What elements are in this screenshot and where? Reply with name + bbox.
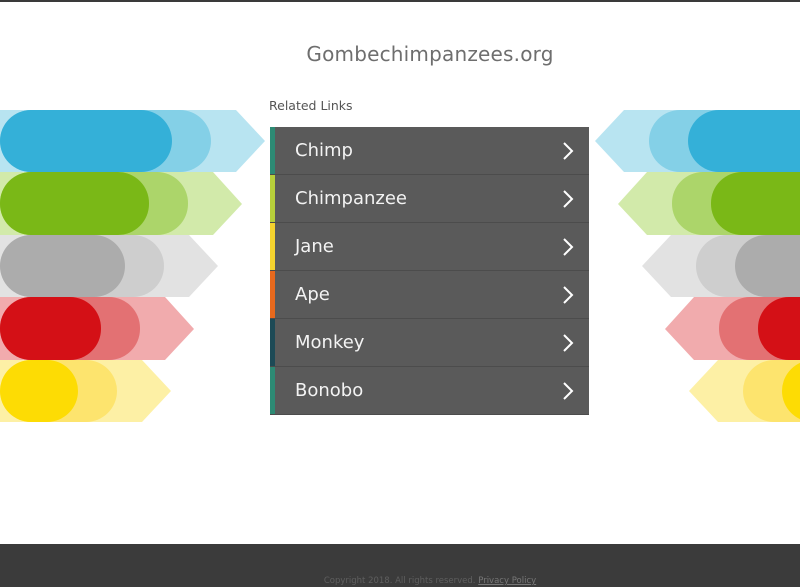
link-label: Ape xyxy=(295,284,330,305)
chevron-right-icon xyxy=(563,285,574,304)
arrow-left-green-dark xyxy=(0,172,149,235)
link-monkey[interactable]: Monkey xyxy=(270,319,589,367)
link-accent xyxy=(270,271,275,318)
footer-text: Copyright 2018. All rights reserved. Pri… xyxy=(0,576,800,586)
privacy-policy-link[interactable]: Privacy Policy xyxy=(478,576,536,586)
link-accent xyxy=(270,175,275,222)
chevron-right-icon xyxy=(563,333,574,352)
link-label: Chimp xyxy=(295,140,353,161)
arrow-left-red-dark xyxy=(0,297,101,360)
link-accent xyxy=(270,367,275,414)
link-ape[interactable]: Ape xyxy=(270,271,589,319)
link-accent xyxy=(270,319,275,366)
arrow-right-blue-dark xyxy=(688,110,800,172)
arrow-right-green-dark xyxy=(711,172,800,235)
chevron-right-icon xyxy=(563,189,574,208)
domain-title: Gombechimpanzees.org xyxy=(306,42,554,66)
arrow-left-blue-dark xyxy=(0,110,172,172)
chevron-right-icon xyxy=(563,237,574,256)
link-jane[interactable]: Jane xyxy=(270,223,589,271)
chevron-right-icon xyxy=(563,141,574,160)
copyright-text: Copyright 2018. All rights reserved. xyxy=(323,576,476,586)
link-label: Jane xyxy=(295,236,334,257)
link-label: Chimpanzee xyxy=(295,188,407,209)
arrow-right-gray-dark xyxy=(735,235,800,297)
link-label: Monkey xyxy=(295,332,365,353)
footer: Copyright 2018. All rights reserved. Pri… xyxy=(0,544,800,587)
link-chimpanzee[interactable]: Chimpanzee xyxy=(270,175,589,223)
related-links-list: Chimp Chimpanzee Jane Ape Monkey Bonobo xyxy=(270,127,589,417)
link-bonobo[interactable]: Bonobo xyxy=(270,367,589,415)
arrow-left-gray-dark xyxy=(0,235,125,297)
arrow-left-yellow-dark xyxy=(0,360,78,422)
link-chimp[interactable]: Chimp xyxy=(270,127,589,175)
link-label: Bonobo xyxy=(295,380,364,401)
chevron-right-icon xyxy=(563,381,574,400)
link-accent xyxy=(270,127,275,174)
related-links-heading: Related Links xyxy=(269,98,353,113)
link-accent xyxy=(270,223,275,270)
